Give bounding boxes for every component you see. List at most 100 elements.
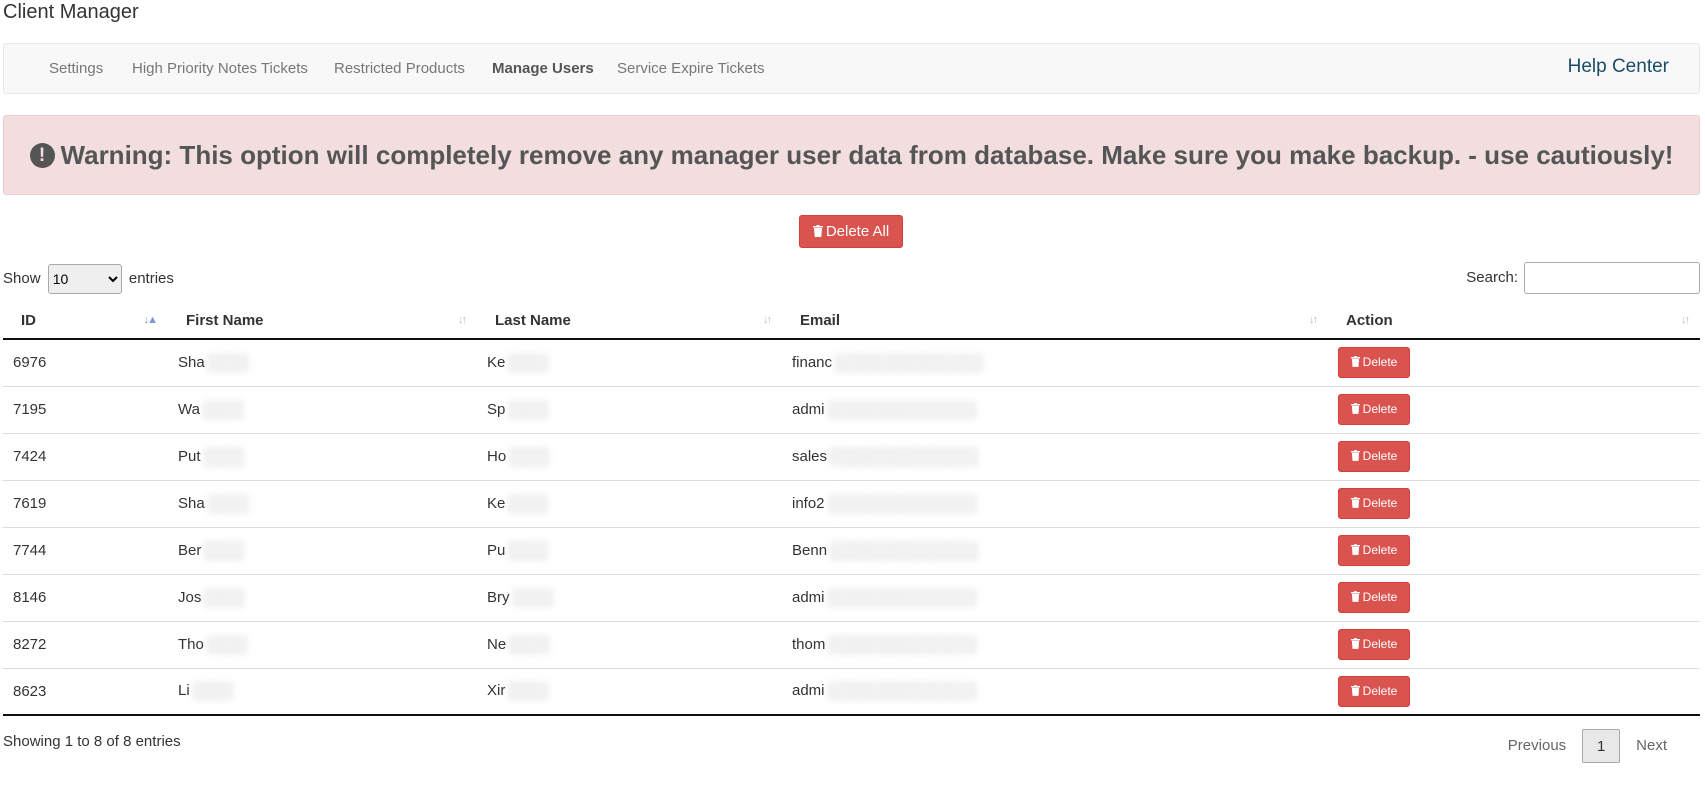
help-center-link[interactable]: Help Center (1568, 56, 1669, 78)
nav-item-restricted-products[interactable]: Restricted Products (334, 60, 465, 77)
redacted-blur (202, 446, 245, 467)
delete-all-label: Delete All (825, 223, 890, 240)
trash-icon (1350, 403, 1360, 414)
users-table: ID ↓▲ First Name ↓↑ Last Name ↓↑ Email ↓↑ Ac… (3, 303, 1700, 716)
nav-item-settings[interactable]: Settings (49, 60, 103, 77)
redacted-blur (191, 681, 234, 702)
cell-action: Delete (1328, 527, 1700, 575)
search-control: Search: (1466, 262, 1700, 295)
redacted-blur (508, 634, 551, 655)
pagination: Previous 1 Next (1492, 729, 1683, 765)
cell-last-name: Xir (477, 668, 782, 716)
next-page-button[interactable]: Next (1620, 729, 1683, 763)
cell-first-name: Put (168, 433, 477, 481)
cell-action: Delete (1328, 433, 1700, 481)
trash-icon (1350, 450, 1360, 461)
search-input[interactable] (1524, 262, 1700, 295)
sort-icon: ↓↑ (1309, 314, 1318, 326)
cell-email: admi (782, 668, 1328, 716)
cell-email: financ (782, 339, 1328, 387)
column-header-id[interactable]: ID ↓▲ (3, 303, 168, 340)
delete-user-button[interactable]: Delete (1338, 675, 1410, 707)
redacted-blur (507, 540, 550, 561)
cell-first-name: Wa (168, 386, 477, 434)
table-row: 7744 Ber Pu Benn Delete (3, 527, 1700, 575)
delete-all-button[interactable]: Delete All (799, 215, 903, 248)
delete-user-button[interactable]: Delete (1338, 441, 1410, 472)
redacted-blur (826, 493, 977, 514)
column-header-email[interactable]: Email ↓↑ (782, 303, 1328, 340)
entries-select[interactable]: 10 (47, 264, 122, 295)
column-header-action[interactable]: Action ↓↑ (1328, 303, 1700, 340)
delete-user-button[interactable]: Delete (1338, 629, 1410, 660)
cell-id: 6976 (3, 339, 168, 387)
cell-action: Delete (1328, 386, 1700, 434)
cell-action: Delete (1328, 339, 1700, 387)
cell-first-name: Tho (168, 621, 477, 669)
trash-icon (1350, 544, 1360, 555)
cell-last-name: Pu (477, 527, 782, 575)
cell-last-name: Bry (477, 574, 782, 622)
nav-item-high-priority-notes-tickets[interactable]: High Priority Notes Tickets (132, 60, 308, 77)
previous-page-button[interactable]: Previous (1492, 729, 1582, 763)
delete-user-button[interactable]: Delete (1338, 488, 1410, 519)
column-header-first-name[interactable]: First Name ↓↑ (168, 303, 477, 340)
cell-email: info2 (782, 480, 1328, 528)
cell-first-name: Sha (168, 480, 477, 528)
table-row: 8623 Li Xir admi Delete (3, 668, 1700, 716)
redacted-blur (507, 681, 550, 702)
exclamation-circle-icon: ! (29, 143, 55, 168)
cell-id: 8623 (3, 668, 168, 716)
cell-action: Delete (1328, 574, 1700, 622)
redacted-blur (834, 352, 985, 373)
nav-item-service-expire-tickets[interactable]: Service Expire Tickets (617, 60, 765, 77)
cell-email: sales (782, 433, 1328, 481)
trash-icon (1350, 356, 1360, 368)
table-row: 7424 Put Ho sales Delete (3, 433, 1700, 481)
cell-action: Delete (1328, 480, 1700, 528)
redacted-blur (201, 399, 244, 420)
cell-last-name: Ne (477, 621, 782, 669)
delete-user-button[interactable]: Delete (1338, 582, 1410, 613)
cell-id: 8146 (3, 574, 168, 622)
sort-icon: ↓↑ (1681, 314, 1690, 326)
entries-label: entries (128, 270, 174, 287)
cell-action: Delete (1328, 621, 1700, 669)
redacted-blur (826, 587, 977, 608)
top-navbar: Settings High Priority Notes Tickets Res… (3, 43, 1700, 94)
table-row: 7619 Sha Ke info2 Delete (3, 480, 1700, 528)
table-row: 7195 Wa Sp admi Delete (3, 386, 1700, 434)
cell-id: 7195 (3, 386, 168, 434)
cell-action: Delete (1328, 668, 1700, 716)
cell-last-name: Sp (477, 386, 782, 434)
trash-icon (1350, 497, 1360, 508)
cell-id: 8272 (3, 621, 168, 669)
column-header-last-name[interactable]: Last Name ↓↑ (477, 303, 782, 340)
table-header-row: ID ↓▲ First Name ↓↑ Last Name ↓↑ Email ↓↑ Ac… (3, 303, 1700, 340)
warning-alert: ! Warning: This option will completely re… (3, 115, 1700, 195)
page-title: Client Manager (3, 1, 139, 23)
cell-last-name: Ke (477, 480, 782, 528)
nav-item-manage-users[interactable]: Manage Users (492, 60, 594, 77)
page-1-button[interactable]: 1 (1582, 729, 1621, 763)
delete-user-button[interactable]: Delete (1338, 535, 1410, 566)
delete-user-button[interactable]: Delete (1338, 347, 1410, 379)
table-row: 6976 Sha Ke financ Delete (3, 339, 1700, 387)
redacted-blur (829, 446, 980, 467)
redacted-blur (206, 493, 249, 514)
cell-first-name: Jos (168, 574, 477, 622)
cell-email: admi (782, 574, 1328, 622)
cell-last-name: Ho (477, 433, 782, 481)
search-label: Search: (1466, 269, 1518, 286)
cell-email: Benn (782, 527, 1328, 575)
cell-email: thom (782, 621, 1328, 669)
cell-first-name: Ber (168, 527, 477, 575)
sort-icon: ↓↑ (458, 314, 467, 326)
cell-id: 7424 (3, 433, 168, 481)
entries-length-control: Show 10 entries (3, 264, 174, 295)
cell-id: 7619 (3, 480, 168, 528)
delete-user-button[interactable]: Delete (1338, 394, 1410, 425)
cell-first-name: Li (168, 668, 477, 716)
redacted-blur (507, 399, 550, 420)
redacted-blur (203, 540, 246, 561)
